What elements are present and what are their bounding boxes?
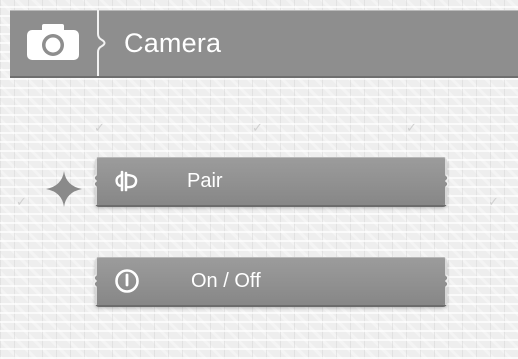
- power-toggle-button[interactable]: On / Off: [93, 257, 449, 305]
- button-notch: [93, 157, 97, 205]
- background-mark: ✓: [252, 120, 263, 135]
- background-mark: ✓: [488, 194, 499, 209]
- selection-star-icon: [46, 171, 82, 207]
- camera-menu-screen: Camera ✓ ✓ ✓ ✓ ✓ Pair On / Off: [0, 0, 518, 359]
- button-notch: [93, 257, 97, 305]
- button-notch: [445, 157, 449, 205]
- pair-button[interactable]: Pair: [93, 157, 449, 205]
- pair-label: Pair: [187, 170, 223, 192]
- header-bar: Camera: [10, 10, 518, 78]
- background-mark: ✓: [94, 120, 105, 135]
- pair-icon: [113, 167, 141, 195]
- power-label: On / Off: [191, 270, 261, 292]
- power-icon: [113, 267, 141, 295]
- button-notch: [445, 257, 449, 305]
- header-icon-box: [10, 10, 96, 76]
- background-mark: ✓: [16, 194, 27, 209]
- header-divider: [97, 10, 106, 76]
- background-mark: ✓: [406, 120, 417, 135]
- camera-icon: [25, 21, 81, 66]
- page-title: Camera: [124, 28, 222, 58]
